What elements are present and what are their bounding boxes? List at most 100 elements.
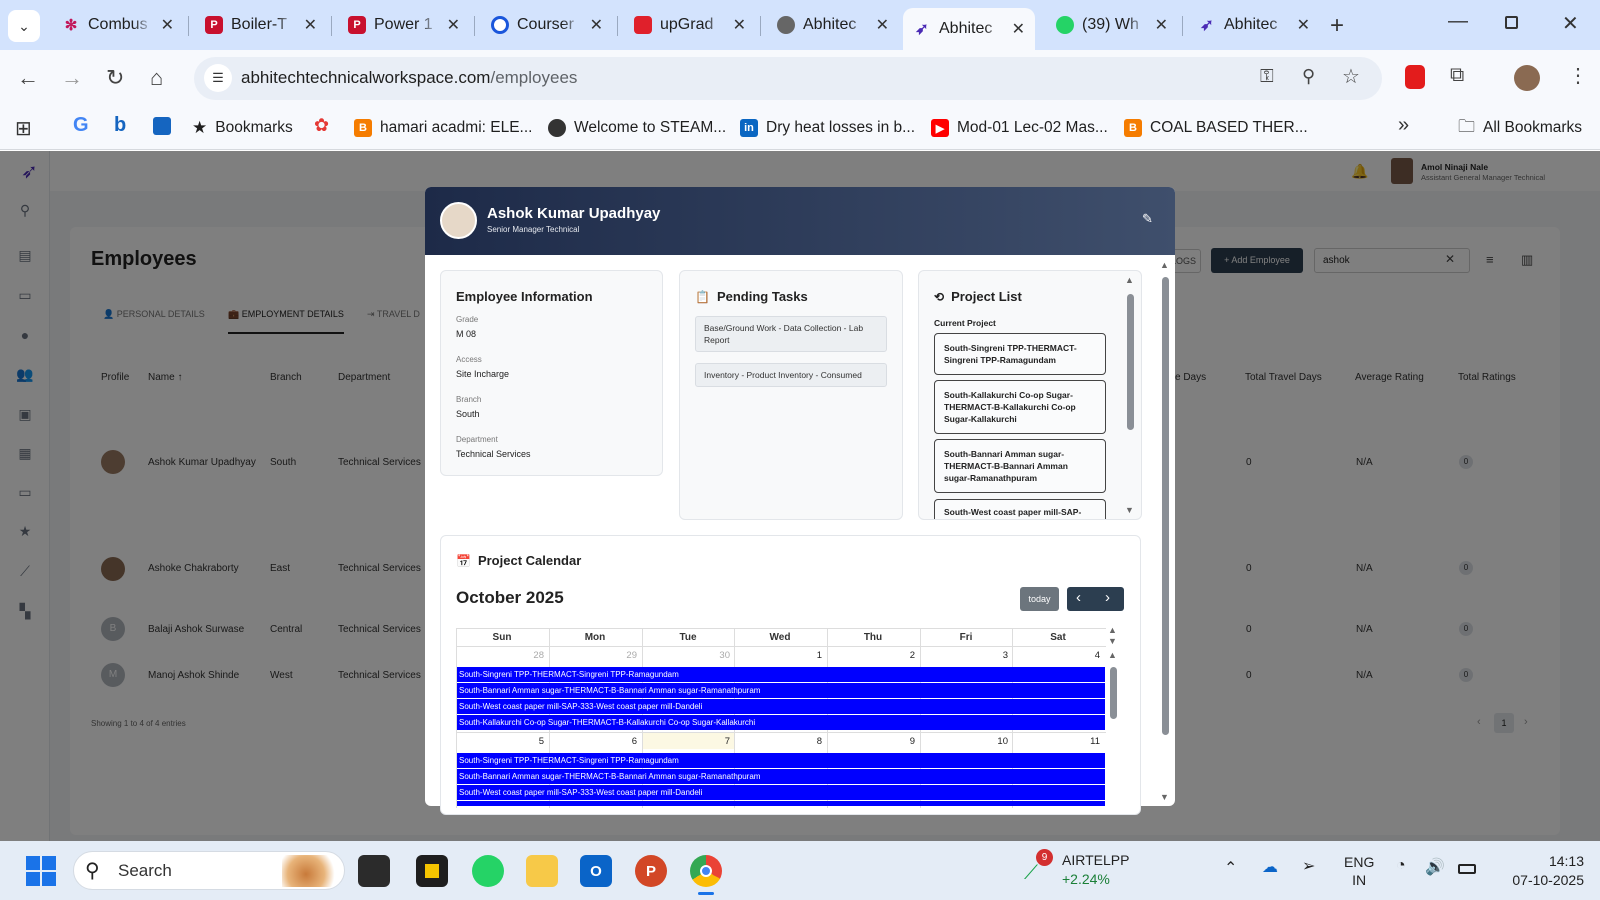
calendar-event[interactable]: South-Singreni TPP-THERMACT-Singreni TPP…	[457, 753, 1105, 768]
calendar-event[interactable]: South-West coast paper mill-SAP-333-West…	[457, 699, 1105, 714]
bookmark-1[interactable]: Bhamari acadmi: ELE...	[354, 114, 532, 142]
browser-tab-4[interactable]: upGrad ✕	[624, 8, 756, 42]
flower-icon[interactable]: ✿	[314, 115, 329, 136]
panel-scrollbar-thumb[interactable]	[1127, 294, 1134, 430]
browser-tab-1[interactable]: P Boiler-T ✕	[195, 8, 327, 42]
day-number[interactable]: 1	[734, 650, 822, 661]
bookmark-0[interactable]: ★ Bookmarks	[192, 114, 293, 142]
browser-tab-3[interactable]: Courser ✕	[481, 8, 613, 42]
star-icon[interactable]: ☆	[1342, 64, 1360, 89]
apps-grid-icon[interactable]: ⊞	[15, 116, 32, 141]
browser-tab-0[interactable]: ✻ Combus ✕	[52, 8, 184, 42]
close-icon[interactable]: ✕	[447, 15, 460, 35]
calendar-inner-scroll-up-icon[interactable]: ▲	[1108, 650, 1117, 660]
windows-start-icon[interactable]	[26, 856, 56, 886]
day-number[interactable]: 2	[827, 650, 915, 661]
close-icon[interactable]: ✕	[1012, 19, 1025, 39]
day-number[interactable]: 30	[642, 650, 730, 661]
day-number[interactable]: 9	[827, 736, 915, 747]
panel-scroll-up-icon[interactable]: ▲	[1125, 275, 1134, 285]
profile-avatar[interactable]	[1514, 65, 1540, 91]
calendar-scroll-down-icon[interactable]: ▼	[1108, 636, 1117, 646]
outlook-icon[interactable]: O	[580, 855, 612, 887]
back-icon[interactable]: ←	[17, 65, 39, 91]
send-icon[interactable]: ➢	[1302, 856, 1315, 876]
chevron-up-icon[interactable]: ⌃	[1224, 858, 1237, 878]
stock-name[interactable]: AIRTELPP	[1062, 852, 1129, 868]
calendar-event[interactable]: South-Bannari Amman sugar-THERMACT-B-Ban…	[457, 769, 1105, 784]
b-icon[interactable]: b	[114, 114, 126, 137]
task-item[interactable]: Base/Ground Work - Data Collection - Lab…	[695, 316, 887, 352]
close-icon[interactable]: ✕	[876, 15, 889, 35]
battery-icon[interactable]	[1458, 864, 1476, 874]
browser-tab-8[interactable]: ➶ Abhitec ✕	[1188, 8, 1320, 42]
more-bookmarks-icon[interactable]: »	[1398, 114, 1409, 137]
wifi-icon[interactable]: ◔	[1396, 857, 1406, 875]
whatsapp-icon[interactable]	[472, 855, 504, 887]
all-bookmarks[interactable]: 🗀 All Bookmarks	[1458, 114, 1582, 142]
project-item[interactable]: South-Bannari Amman sugar-THERMACT-B-Ban…	[934, 439, 1106, 493]
edit-pencil-icon[interactable]: ✎	[1142, 211, 1153, 227]
browser-tab-6-active[interactable]: ➶ Abhitec ✕	[903, 8, 1035, 50]
day-number[interactable]: 6	[549, 736, 637, 747]
onedrive-icon[interactable]: ☁	[1262, 857, 1278, 877]
task-view-icon[interactable]	[358, 855, 390, 887]
forward-icon[interactable]: →	[61, 65, 83, 91]
calendar-event[interactable]: South-Singreni TPP-THERMACT-Singreni TPP…	[457, 667, 1105, 682]
password-key-icon[interactable]: ⚿	[1260, 66, 1274, 87]
bookmark-4[interactable]: ▶ Mod-01 Lec-02 Mas...	[931, 114, 1108, 142]
extensions-puzzle-icon[interactable]: ⧉	[1450, 64, 1464, 87]
calendar-event-partial[interactable]	[457, 801, 1105, 806]
stock-chart-icon[interactable]: ⟋	[1024, 862, 1038, 885]
project-item[interactable]: South-Singreni TPP-THERMACT-Singreni TPP…	[934, 333, 1106, 375]
close-icon[interactable]: ✕	[1297, 15, 1310, 35]
calendar-event[interactable]: South-West coast paper mill-SAP-333-West…	[457, 785, 1105, 800]
bookmark-5[interactable]: B COAL BASED THER...	[1124, 114, 1308, 142]
bookmark-3[interactable]: in Dry heat losses in b...	[740, 114, 915, 142]
modal-scrollbar-thumb[interactable]	[1162, 277, 1169, 735]
zoom-icon[interactable]: ⚲	[1302, 66, 1315, 87]
extension-shield-icon[interactable]	[1405, 65, 1425, 89]
panel-scroll-down-icon[interactable]: ▼	[1125, 505, 1134, 515]
home-icon[interactable]: ⌂	[150, 65, 163, 91]
chrome-icon[interactable]	[690, 855, 722, 887]
day-number[interactable]: 3	[920, 650, 1008, 661]
day-number[interactable]: 4	[1012, 650, 1100, 661]
day-number[interactable]: 5	[456, 736, 544, 747]
calendar-scrollbar-thumb[interactable]	[1110, 667, 1117, 719]
tab-search-button[interactable]: ⌄	[8, 10, 40, 42]
browser-tab-7[interactable]: (39) Wh ✕	[1046, 8, 1178, 42]
reload-icon[interactable]: ↻	[106, 65, 124, 91]
close-icon[interactable]: ✕	[590, 15, 603, 35]
calendar-scroll-up-icon[interactable]: ▲	[1108, 625, 1117, 635]
file-explorer-icon[interactable]	[526, 855, 558, 887]
window-close-icon[interactable]: ✕	[1562, 11, 1579, 36]
close-icon[interactable]: ✕	[733, 15, 746, 35]
day-number[interactable]: 29	[549, 650, 637, 661]
project-item[interactable]: South-West coast paper mill-SAP-	[934, 499, 1106, 519]
modal-scroll-up-icon[interactable]: ▲	[1160, 260, 1169, 270]
clock[interactable]: 14:13 07-10-2025	[1490, 852, 1584, 890]
day-number[interactable]: 8	[734, 736, 822, 747]
day-number[interactable]: 10	[920, 736, 1008, 747]
language-indicator[interactable]: ENG IN	[1344, 853, 1374, 889]
day-number[interactable]: 28	[456, 650, 544, 661]
day-number-today[interactable]: 7	[642, 736, 730, 747]
speaker-icon[interactable]: 🔊	[1425, 857, 1445, 877]
task-item[interactable]: Inventory - Product Inventory - Consumed	[695, 363, 887, 387]
docs-icon[interactable]	[153, 117, 171, 135]
browser-tab-5[interactable]: Abhitec ✕	[767, 8, 899, 42]
minimize-icon[interactable]: —	[1448, 10, 1468, 33]
close-icon[interactable]: ✕	[161, 15, 174, 35]
calendar-event[interactable]: South-Bannari Amman sugar-THERMACT-B-Ban…	[457, 683, 1105, 698]
close-icon[interactable]: ✕	[304, 15, 317, 35]
prev-month-icon[interactable]: ‹	[1076, 589, 1081, 606]
browser-menu-icon[interactable]: ⋮	[1568, 63, 1588, 88]
today-button[interactable]: today	[1020, 587, 1059, 611]
modal-scroll-down-icon[interactable]: ▼	[1160, 792, 1169, 802]
url-text[interactable]: abhitechtechnicalworkspace.com/employees	[241, 68, 577, 88]
site-info-icon[interactable]: ☰	[204, 64, 232, 92]
new-tab-button[interactable]: +	[1330, 12, 1344, 40]
restore-icon[interactable]	[1505, 16, 1518, 29]
sticky-notes-icon[interactable]	[416, 855, 448, 887]
